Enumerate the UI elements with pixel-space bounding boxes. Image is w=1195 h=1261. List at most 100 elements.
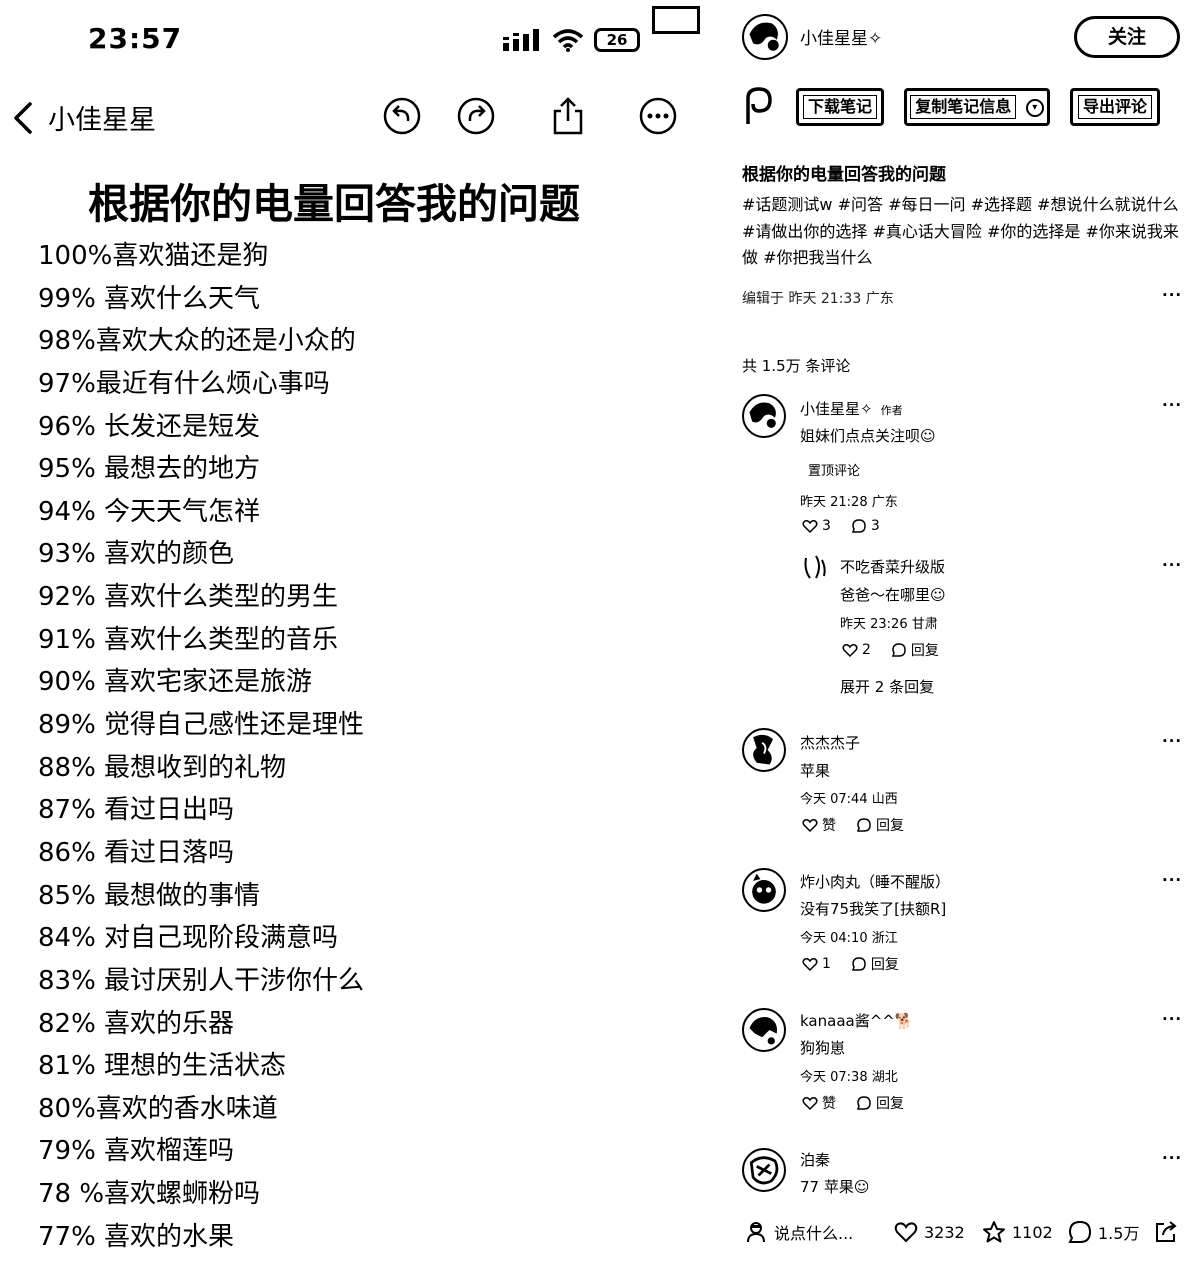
export-comments-button[interactable]: 导出评论 [1070, 88, 1160, 126]
commenter-avatar[interactable] [742, 728, 786, 772]
reply-icon[interactable] [856, 1095, 872, 1111]
signal-icon [503, 29, 539, 51]
share-button[interactable] [1154, 1220, 1178, 1244]
list-item: 100%喜欢猫还是狗 [38, 241, 269, 271]
comment-author[interactable]: kanaaa酱^^🐕 [800, 1010, 914, 1031]
list-item: 98%喜欢大众的还是小众的 [38, 326, 356, 357]
list-item: 87% 看过日出吗 [38, 795, 235, 826]
note-more-icon[interactable]: ··· [1162, 286, 1182, 304]
heart-icon[interactable] [842, 642, 858, 658]
commenter-avatar[interactable] [742, 394, 786, 438]
heart-icon[interactable] [802, 817, 818, 833]
comment-author[interactable]: 泊秦 [800, 1149, 830, 1170]
list-item: 81% 理想的生活状态 [38, 1051, 287, 1082]
comment-author[interactable]: 炸小肉丸（睡不醒版） [800, 871, 950, 892]
like-label: 赞 [822, 818, 836, 834]
comment-input-placeholder: 说点什么... [774, 1224, 854, 1243]
comment-more-icon[interactable]: ··· [1162, 1010, 1182, 1028]
undo-button[interactable] [382, 96, 422, 136]
list-item: 99% 喜欢什么天气 [38, 283, 261, 314]
avatar-image [749, 22, 779, 51]
note-edit-time: 编辑于 昨天 21:33 广东 [742, 291, 894, 307]
list-item: 80%喜欢的香水味道 [38, 1093, 278, 1124]
comment-more-icon[interactable]: ··· [1162, 556, 1182, 574]
left-screenshot: 23:57 26 小佳星星 根据你的电量回答我的问题 100%喜欢猫还是狗 99… [0, 0, 715, 1261]
more-button[interactable] [638, 96, 678, 136]
reply-icon[interactable] [851, 518, 867, 534]
commenter-avatar[interactable] [742, 1148, 786, 1192]
comment-author[interactable]: 杰杰杰子 [800, 732, 860, 753]
list-item: 96% 长发还是短发 [38, 411, 261, 442]
comment-input[interactable]: 说点什么... [744, 1220, 853, 1244]
reply-icon[interactable] [856, 817, 872, 833]
star-icon [983, 1221, 1005, 1243]
list-item: 90% 喜欢宅家还是旅游 [38, 667, 313, 698]
follow-button[interactable]: 关注 [1074, 16, 1180, 58]
like-count: 3 [822, 518, 831, 534]
export-comments-label: 导出评论 [1077, 95, 1152, 119]
expand-replies-link[interactable]: 展开 2 条回复 [840, 676, 934, 697]
avatar-image [804, 555, 826, 579]
author-badge: 作者 [880, 404, 903, 417]
redo-icon [457, 97, 495, 135]
list-item: 95% 最想去的地方 [38, 454, 261, 485]
question-list: 100%喜欢猫还是狗 99% 喜欢什么天气 98%喜欢大众的还是小众的 97%最… [38, 235, 364, 1258]
undo-icon [383, 97, 421, 135]
wifi-icon [552, 29, 584, 52]
comment-button[interactable]: 1.5万 [1068, 1220, 1139, 1244]
comment-text: 77 苹果☺ [800, 1178, 870, 1196]
copy-note-info-label: 复制笔记信息 [910, 95, 1017, 119]
comment-more-icon[interactable]: ··· [1162, 871, 1182, 889]
avatar-image [752, 873, 776, 904]
author-name[interactable]: 小佳星星✧ [800, 24, 882, 49]
comment-text: 爸爸～在哪里☺ [840, 586, 946, 604]
app-logo-icon [746, 87, 772, 124]
author-avatar[interactable] [742, 14, 788, 60]
comment-more-icon[interactable]: ··· [1162, 1149, 1182, 1167]
like-count: 2 [862, 642, 871, 658]
reply-count: 3 [870, 518, 880, 534]
list-item: 88% 最想收到的礼物 [38, 752, 287, 783]
right-screenshot: 小佳星星✧ 关注 下载笔记 复制笔记信息 ▾ 导出评论 根据你的电量回答我的问题… [730, 0, 1195, 1261]
download-note-button[interactable]: 下载笔记 [796, 88, 884, 126]
comment-time: 今天 07:44 山西 [800, 792, 898, 807]
download-note-label: 下载笔记 [802, 95, 877, 119]
doc-title: 根据你的电量回答我的问题 [88, 180, 580, 228]
reply-label: 回复 [876, 1096, 904, 1112]
comment-more-icon[interactable]: ··· [1162, 732, 1182, 750]
redo-button[interactable] [456, 96, 496, 136]
note-tags[interactable]: #话题测试w #问答 #每日一问 #选择题 #想说什么就说什么 #请做出你的选择… [742, 192, 1192, 272]
comment-more-icon[interactable]: ··· [1162, 396, 1182, 414]
heart-icon[interactable] [802, 1095, 818, 1111]
collect-button[interactable]: 1102 [982, 1220, 1053, 1244]
comment-count: 共 1.5万 条评论 [742, 357, 851, 375]
commenter-avatar[interactable] [802, 552, 828, 582]
comment-actions: 赞 回复 [802, 1093, 904, 1113]
list-item: 94% 今天天气怎祥 [38, 496, 261, 527]
comment-author[interactable]: 小佳星星✧ 作者 [800, 398, 903, 419]
reply-label: 回复 [870, 957, 899, 973]
comment-author[interactable]: 不吃香菜升级版 [840, 556, 945, 577]
reply-icon[interactable] [851, 956, 867, 972]
share-button[interactable] [548, 96, 588, 136]
list-item: 78 %喜欢螺蛳粉吗 [38, 1179, 261, 1210]
heart-icon[interactable] [802, 956, 818, 972]
more-icon [639, 97, 677, 135]
like-count: 1 [822, 956, 831, 972]
comment-time: 今天 07:38 湖北 [800, 1070, 898, 1085]
list-item: 91% 喜欢什么类型的音乐 [38, 624, 339, 655]
copy-note-info-button[interactable]: 复制笔记信息 ▾ [904, 88, 1050, 126]
status-icons: 26 [502, 26, 652, 56]
heart-icon[interactable] [802, 518, 818, 534]
avatar-image [753, 734, 774, 765]
like-button[interactable]: 3232 [894, 1220, 965, 1244]
reply-icon[interactable] [891, 642, 907, 658]
comment-actions: 3 3 [802, 518, 880, 534]
battery-level: 26 [606, 31, 628, 49]
reply-label: 回复 [910, 643, 939, 659]
comment-time: 昨天 21:28 广东 [800, 495, 898, 510]
nav-title: 小佳星星 [48, 105, 156, 136]
commenter-avatar[interactable] [742, 868, 786, 912]
back-icon[interactable] [8, 100, 40, 136]
commenter-avatar[interactable] [742, 1008, 786, 1052]
